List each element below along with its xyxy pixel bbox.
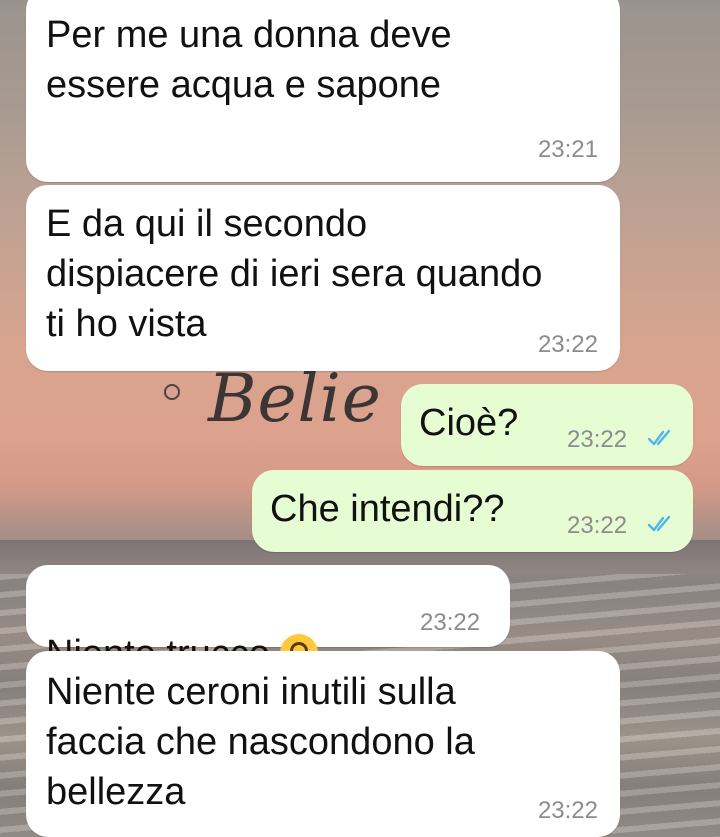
message-timestamp: 23:22 xyxy=(567,426,628,453)
wallpaper-ring xyxy=(164,384,180,400)
message-bubble-incoming[interactable]: E da qui il secondo dispiacere di ieri s… xyxy=(26,185,620,371)
read-receipt-icon xyxy=(647,429,671,446)
message-bubble-incoming[interactable]: Per me una donna deve essere acqua e sap… xyxy=(26,0,620,182)
message-bubble-incoming[interactable]: Niente ceroni inutili sulla faccia che n… xyxy=(26,651,620,837)
message-bubble-incoming[interactable]: Niente trucco 23:22 xyxy=(26,565,510,675)
message-timestamp: 23:22 xyxy=(567,512,628,539)
read-receipt-icon xyxy=(647,515,671,532)
message-text: Cioè? xyxy=(419,402,519,444)
message-text: Niente ceroni inutili sulla faccia che n… xyxy=(46,671,475,813)
message-text: Che intendi?? xyxy=(270,488,505,530)
message-bubble-outgoing[interactable]: Cioè? 23:22 xyxy=(401,384,693,466)
message-text: E da qui il secondo dispiacere di ieri s… xyxy=(46,203,543,345)
message-text: Per me una donna deve essere acqua e sap… xyxy=(46,14,452,106)
message-timestamp: 23:22 xyxy=(420,609,481,636)
message-bubble-outgoing[interactable]: Che intendi?? 23:22 xyxy=(252,470,693,552)
wallpaper-watermark-text: Belie xyxy=(208,360,382,437)
message-timestamp: 23:22 xyxy=(537,331,598,358)
message-timestamp: 23:22 xyxy=(537,797,598,824)
message-timestamp: 23:21 xyxy=(537,136,598,163)
